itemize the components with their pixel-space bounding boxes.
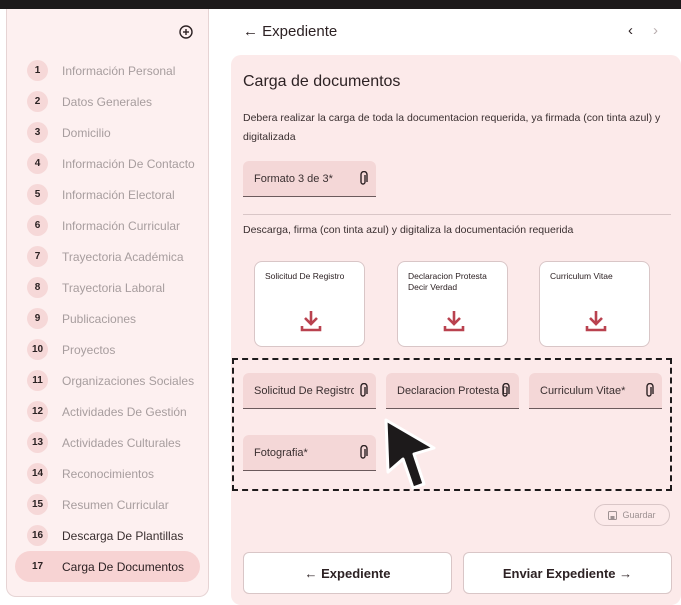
formato-upload-field[interactable]: Formato 3 de 3*: [243, 161, 376, 197]
sidebar-item-label: Carga De Documentos: [62, 559, 185, 574]
sidebar-item-informacion-curricular[interactable]: 6 Información Curricular: [7, 210, 210, 241]
step-number: 17: [31, 561, 44, 572]
sidebar-item-datos-generales[interactable]: 2 Datos Generales: [7, 86, 210, 117]
download-icon[interactable]: [441, 308, 467, 334]
step-number: 8: [27, 277, 48, 298]
sidebar-item-informacion-personal[interactable]: 1 Información Personal: [7, 55, 210, 86]
sidebar-item-publicaciones[interactable]: 9 Publicaciones: [7, 303, 210, 334]
sidebar-item-label: Proyectos: [62, 342, 116, 357]
step-number: 1: [27, 60, 48, 81]
sidebar-item-informacion-electoral[interactable]: 5 Información Electoral: [7, 179, 210, 210]
sidebar-item-reconocimientos[interactable]: 14 Reconocimientos: [7, 458, 210, 489]
next-step-button[interactable]: ›: [653, 22, 658, 39]
download-icon[interactable]: [298, 308, 324, 334]
sidebar-item-label: Información De Contacto: [62, 156, 195, 171]
step-number: 9: [27, 308, 48, 329]
step-number: 14: [27, 463, 48, 484]
sidebar-item-domicilio[interactable]: 3 Domicilio: [7, 117, 210, 148]
tile-label: Declaracion Protesta Decir Verdad: [408, 271, 487, 292]
paperclip-icon[interactable]: [357, 171, 369, 187]
template-tile-declaracion[interactable]: Declaracion Protesta Decir Verdad: [397, 261, 508, 347]
sidebar-item-label: Resumen Curricular: [62, 497, 169, 512]
sidebar-item-label: Trayectoria Académica: [62, 249, 184, 264]
sidebar-item-descarga-plantillas[interactable]: 16 Descarga De Plantillas: [7, 520, 210, 551]
sidebar-item-carga-documentos[interactable]: 17 Carga De Documentos: [15, 551, 200, 582]
step-number: 5: [27, 184, 48, 205]
tile-label: Curriculum Vitae: [550, 271, 613, 281]
template-tile-curriculum[interactable]: Curriculum Vitae: [539, 261, 650, 347]
sidebar-item-trayectoria-academica[interactable]: 7 Trayectoria Académica: [7, 241, 210, 272]
highlight-dashed-box: [232, 358, 672, 491]
sidebar-item-actividades-culturales[interactable]: 13 Actividades Culturales: [7, 427, 210, 458]
page-header: ← Expediente ‹ ›: [243, 20, 673, 44]
sidebar-item-label: Actividades De Gestión: [62, 404, 187, 419]
step-number: 2: [27, 91, 48, 112]
sidebar-steps: 1 Información Personal 2 Datos Generales 3…: [7, 55, 210, 582]
submit-expediente-button[interactable]: Enviar Expediente →: [463, 552, 672, 594]
sidebar-item-informacion-contacto[interactable]: 4 Información De Contacto: [7, 148, 210, 179]
template-tile-solicitud[interactable]: Solicitud De Registro: [254, 261, 365, 347]
sidebar-item-proyectos[interactable]: 10 Proyectos: [7, 334, 210, 365]
step-number: 12: [27, 401, 48, 422]
sidebar-item-label: Publicaciones: [62, 311, 137, 326]
field-label: Formato 3 de 3*: [254, 173, 333, 185]
upload-instructions: Debera realizar la carga de toda la docu…: [243, 112, 661, 143]
save-label: Guardar: [622, 510, 656, 520]
section-divider: [243, 214, 671, 215]
save-button[interactable]: Guardar: [594, 504, 670, 526]
sidebar-item-label: Actividades Culturales: [62, 435, 181, 450]
save-icon: [608, 510, 618, 520]
previous-step-button[interactable]: ‹: [628, 22, 633, 39]
sidebar: 1 Información Personal 2 Datos Generales 3…: [6, 9, 209, 597]
sidebar-item-label: Domicilio: [62, 125, 111, 140]
sidebar-item-organizaciones-sociales[interactable]: 11 Organizaciones Sociales: [7, 365, 210, 396]
sidebar-item-trayectoria-laboral[interactable]: 8 Trayectoria Laboral: [7, 272, 210, 303]
step-number: 4: [27, 153, 48, 174]
page-title: Carga de documentos: [243, 73, 401, 90]
add-circle-icon[interactable]: [176, 22, 196, 42]
sidebar-item-label: Organizaciones Sociales: [62, 373, 195, 388]
sidebar-item-label: Información Electoral: [62, 187, 175, 202]
sidebar-item-label: Trayectoria Laboral: [62, 280, 165, 295]
step-number: 3: [27, 122, 48, 143]
back-to-expediente-link[interactable]: ← Expediente: [243, 23, 337, 40]
step-number: 16: [27, 525, 48, 546]
step-number: 7: [27, 246, 48, 267]
back-to-expediente-button[interactable]: ← Expediente: [243, 552, 452, 594]
sidebar-item-label: Reconocimientos: [62, 466, 155, 481]
tile-label: Solicitud De Registro: [265, 271, 345, 281]
download-instructions: Descarga, firma (con tinta azul) y digit…: [243, 224, 574, 236]
step-number: 6: [27, 215, 48, 236]
step-number: 15: [27, 494, 48, 515]
sidebar-item-label: Datos Generales: [62, 94, 153, 109]
window-top-bar: [0, 0, 681, 9]
document-upload-card: Carga de documentos Debera realizar la c…: [231, 55, 681, 605]
sidebar-item-label: Descarga De Plantillas: [62, 528, 184, 543]
step-number: 10: [27, 339, 48, 360]
sidebar-item-label: Información Curricular: [62, 218, 181, 233]
step-number: 11: [27, 370, 48, 391]
sidebar-item-resumen-curricular[interactable]: 15 Resumen Curricular: [7, 489, 210, 520]
step-number: 13: [27, 432, 48, 453]
sidebar-item-label: Información Personal: [62, 63, 176, 78]
mouse-pointer-icon: [384, 418, 436, 490]
download-icon[interactable]: [583, 308, 609, 334]
sidebar-item-actividades-gestion[interactable]: 12 Actividades De Gestión: [7, 396, 210, 427]
